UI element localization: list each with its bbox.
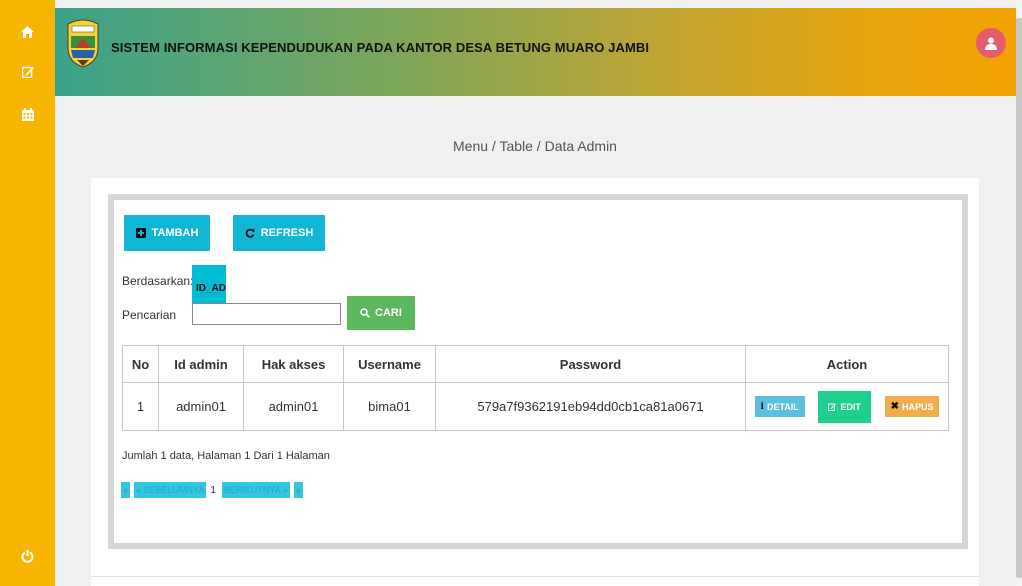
search-button-label: CARI <box>375 307 402 319</box>
col-header-action: Action <box>745 345 949 383</box>
plus-square-icon <box>135 228 146 238</box>
refresh-button-label: REFRESH <box>260 227 314 239</box>
first-page-button[interactable]: « <box>121 482 130 498</box>
scrollbar-thumb[interactable] <box>1016 18 1022 578</box>
delete-button-label: HAPUS <box>901 401 934 412</box>
breadcrumb: Menu / Table / Data Admin <box>453 138 617 154</box>
close-icon: ✖ <box>890 401 899 412</box>
refresh-icon <box>245 228 255 238</box>
calendar-icon[interactable] <box>0 108 55 121</box>
next-card-edge <box>91 576 979 586</box>
last-page-button[interactable]: » <box>293 482 303 498</box>
table-header-row: No Id admin Hak akses Username Password … <box>122 345 949 383</box>
admin-table: No Id admin Hak akses Username Password … <box>122 345 949 431</box>
col-header-hak-akses: Hak akses <box>243 345 344 383</box>
current-page[interactable]: 1 <box>210 485 216 496</box>
pagination-summary: Jumlah 1 data, Halaman 1 Dari 1 Halaman <box>122 450 330 462</box>
edit-button-label: EDIT <box>840 401 861 412</box>
prev-page-button[interactable]: « SEBELUMNYA <box>134 482 207 498</box>
col-header-password: Password <box>435 345 746 383</box>
cell-id-admin: admin01 <box>158 382 244 431</box>
sidebar <box>0 0 55 586</box>
search-button[interactable]: CARI <box>347 296 415 330</box>
district-logo <box>65 18 101 68</box>
col-header-username: Username <box>343 345 436 383</box>
home-icon[interactable] <box>0 26 55 38</box>
search-icon <box>360 308 370 318</box>
next-page-button[interactable]: BERIKUTNYA » <box>221 482 290 498</box>
search-input[interactable] <box>192 303 341 325</box>
add-button-label: TAMBAH <box>151 227 199 239</box>
table-row: 1 admin01 admin01 bima01 579a7f9362191eb… <box>122 382 949 431</box>
user-icon <box>985 37 997 50</box>
filter-by-label: Berdasarkan: <box>122 274 194 288</box>
edit-icon <box>828 403 837 411</box>
search-label: Pencarian <box>122 308 177 322</box>
detail-button-label: DETAIL <box>766 401 799 412</box>
edit-button[interactable]: EDIT <box>818 390 871 423</box>
cell-username: bima01 <box>343 382 436 431</box>
app-title: SISTEM INFORMASI KEPENDUDUKAN PADA KANTO… <box>111 40 650 55</box>
col-header-id-admin: Id admin <box>158 345 244 383</box>
delete-button[interactable]: ✖ HAPUS <box>884 396 940 417</box>
pagination: « « SEBELUMNYA 1 BERIKUTNYA » » <box>121 482 307 498</box>
user-avatar[interactable] <box>976 28 1006 58</box>
detail-button[interactable]: i DETAIL <box>754 396 805 417</box>
cell-hak-akses: admin01 <box>243 382 344 431</box>
power-icon[interactable] <box>0 550 55 563</box>
cell-no: 1 <box>122 382 159 431</box>
col-header-no: No <box>122 345 159 383</box>
add-button[interactable]: TAMBAH <box>124 215 210 251</box>
refresh-button[interactable]: REFRESH <box>233 215 325 251</box>
top-header: SISTEM INFORMASI KEPENDUDUKAN PADA KANTO… <box>55 8 1016 96</box>
edit-icon[interactable] <box>0 66 55 78</box>
cell-actions: i DETAIL EDIT ✖ HAPUS <box>745 382 949 431</box>
info-icon: i <box>760 401 764 412</box>
cell-password: 579a7f9362191eb94dd0cb1ca81a0671 <box>435 382 746 431</box>
